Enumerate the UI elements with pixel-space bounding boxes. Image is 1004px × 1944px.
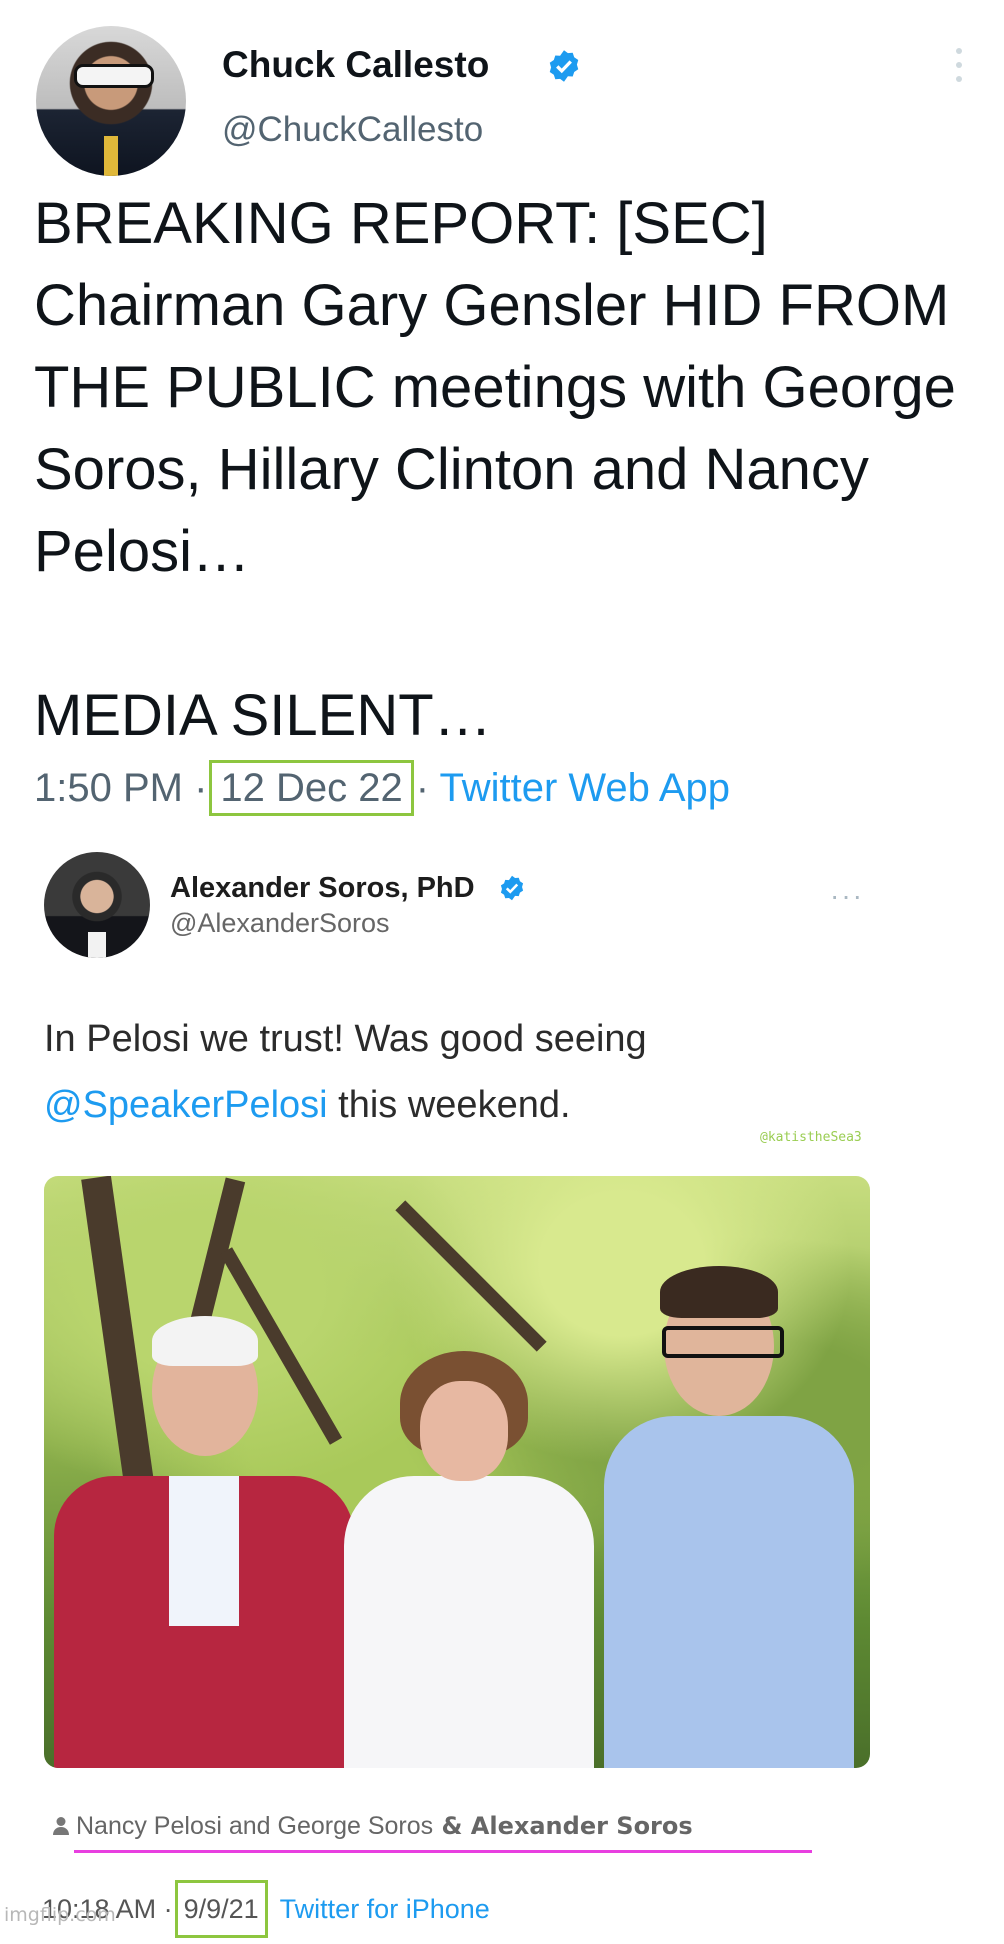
embedded-text-line: @SpeakerPelosi this weekend. [44,1072,904,1138]
highlight-underline [74,1850,812,1853]
verified-badge-icon [500,875,524,901]
author-avatar[interactable] [36,26,186,176]
embedded-author-avatar [44,852,150,958]
embedded-text-line: In Pelosi we trust! Was good seeing [44,1018,647,1060]
person-left-shirt [169,1476,239,1626]
tie-shape [104,136,118,176]
tagged-people: Nancy Pelosi and George Soros [76,1812,434,1840]
separator-dot: · [194,766,208,810]
person-tag-icon [53,1817,69,1835]
separator-dot: · [415,766,430,810]
embedded-author-name: Alexander Soros, PhD [170,872,475,904]
tagged-people-addition: & Alexander Soros [433,1812,693,1840]
tree-branch [395,1200,547,1352]
embedded-tweet-text: In Pelosi we trust! Was good seeing @Spe… [44,1006,904,1138]
author-handle[interactable]: @ChuckCallesto [222,110,483,150]
tweet-photo [44,1176,870,1768]
embedded-author-handle: @AlexanderSoros [170,908,390,938]
embedded-tweet-date-highlighted: 9/9/21 [174,1880,268,1938]
sunglasses-shape [74,64,154,88]
author-name[interactable]: Chuck Callesto [222,44,489,86]
mention-link: @SpeakerPelosi [44,1084,328,1126]
person-middle-face [420,1381,508,1481]
person-middle-body [344,1476,594,1768]
verified-badge-icon [549,50,579,82]
artist-watermark: @katistheSea3 [760,1130,862,1145]
tweet-metadata: 1:50 PM · 12 Dec 22 · Twitter Web App [34,760,730,816]
embedded-tweet-source: Twitter for iPhone [279,1894,490,1924]
tweet-source-link[interactable]: Twitter Web App [439,766,730,810]
more-options-icon[interactable] [954,48,964,88]
tweet-date-highlighted[interactable]: 12 Dec 22 [209,760,414,816]
person-right-glasses [662,1326,784,1358]
tweet-time[interactable]: 1:50 PM [34,766,183,810]
more-options-icon: ··· [830,880,864,911]
shirt-shape [88,932,106,958]
embedded-text-rest: this weekend. [327,1084,571,1126]
person-left-hair [152,1316,258,1366]
person-right-body [604,1416,854,1768]
tweet-text: BREAKING REPORT: [SEC] Chairman Gary Gen… [34,191,956,748]
person-right-hair [660,1266,778,1318]
separator-dot: · [163,1894,173,1924]
tree-trunk [81,1176,157,1507]
photo-tag-line: Nancy Pelosi and George Soros & Alexande… [52,1812,693,1841]
imgflip-watermark: imgflip.com [4,1904,116,1926]
